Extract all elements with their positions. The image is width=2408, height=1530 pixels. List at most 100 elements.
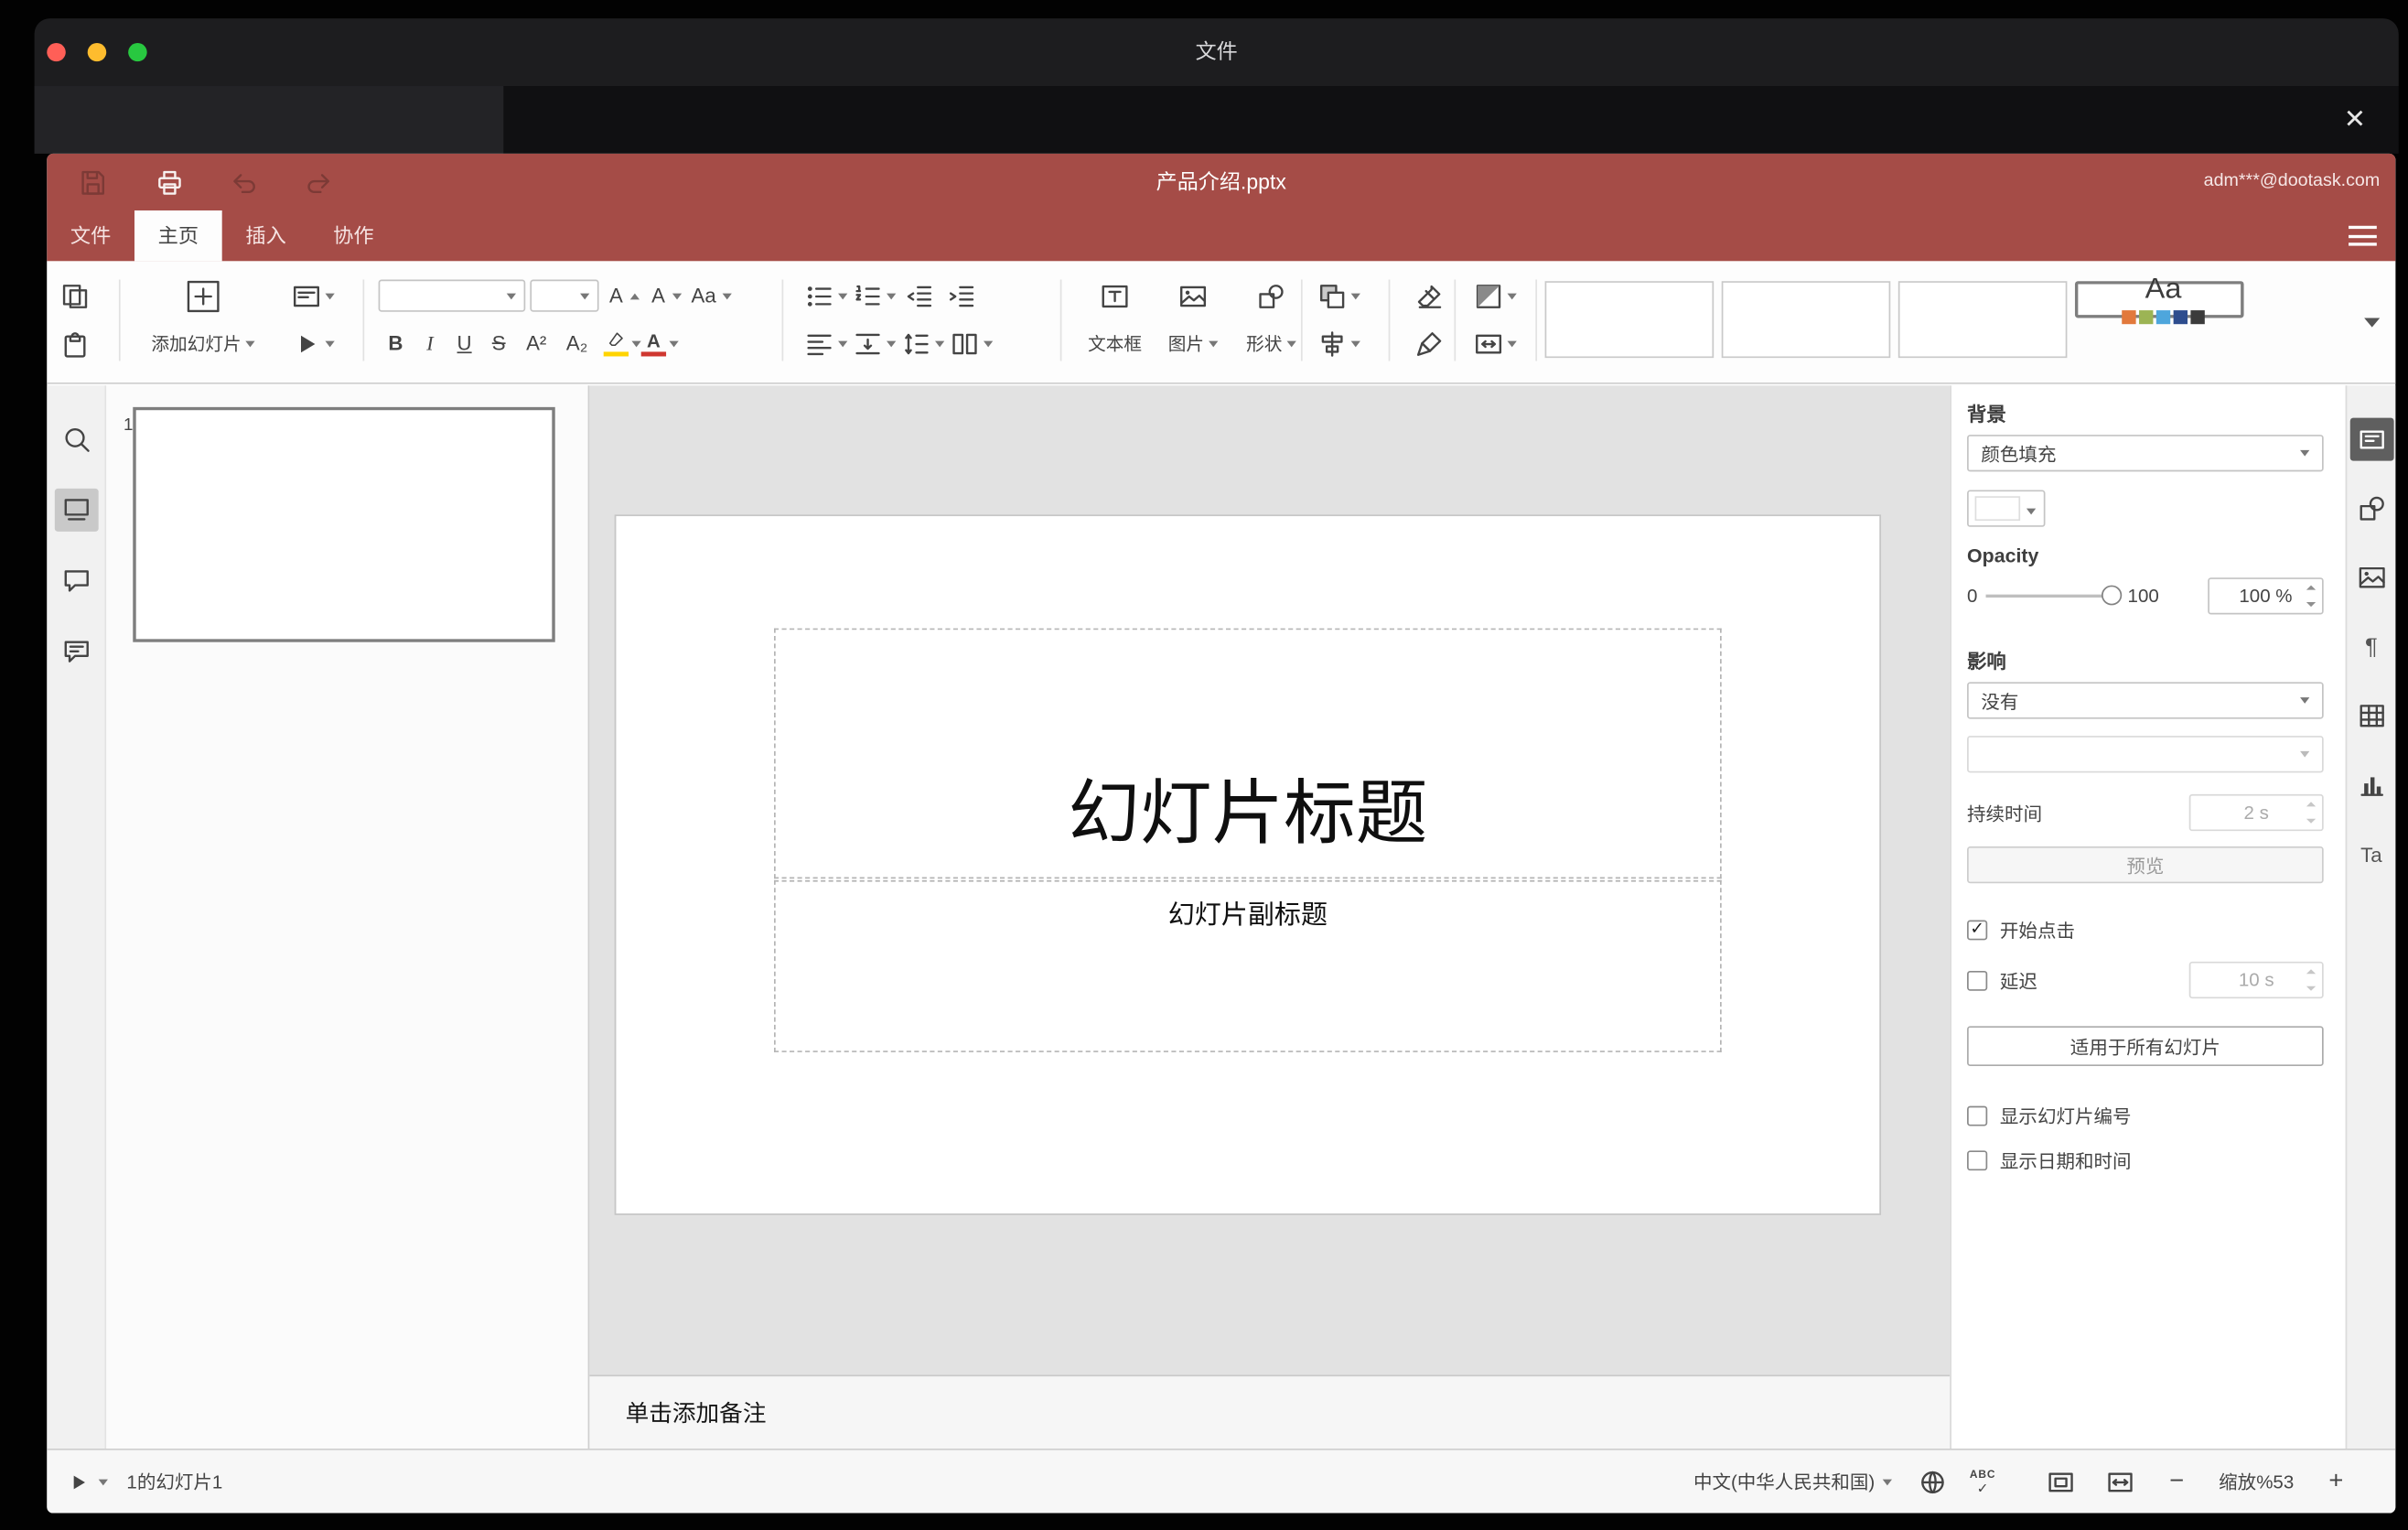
slide-canvas[interactable]: 幻灯片标题 幻灯片副标题 xyxy=(589,385,1950,1374)
fit-to-width-button[interactable] xyxy=(2102,1463,2139,1500)
insert-image-button[interactable]: 图片 xyxy=(1157,272,1230,367)
slide-thumbnail[interactable] xyxy=(133,406,555,642)
theme-option-1[interactable] xyxy=(1544,281,1715,359)
shape-settings-tab[interactable] xyxy=(2349,487,2393,530)
chat-tab[interactable] xyxy=(54,630,98,673)
clear-style-button[interactable] xyxy=(1411,275,1448,316)
opacity-slider[interactable] xyxy=(1985,577,2122,614)
shape-fill-button[interactable] xyxy=(1473,275,1517,316)
slide-settings-tab[interactable] xyxy=(2349,417,2393,461)
start-on-click-row: ✓ 开始点击 xyxy=(1967,917,2324,943)
close-window-button[interactable] xyxy=(47,43,66,62)
superscript-button[interactable]: A² xyxy=(516,332,556,355)
theme-gallery-expand-button[interactable] xyxy=(2364,307,2381,335)
tab-file[interactable]: 文件 xyxy=(47,210,134,261)
opacity-input[interactable]: 100 % xyxy=(2208,577,2324,615)
copy-button[interactable] xyxy=(57,275,94,316)
strikethrough-button[interactable]: S xyxy=(481,332,516,355)
increase-font-button[interactable]: A xyxy=(604,275,641,316)
increase-indent-button[interactable] xyxy=(943,275,981,316)
document-language-button[interactable] xyxy=(1914,1463,1951,1500)
line-spacing-button[interactable] xyxy=(900,323,945,363)
columns-button[interactable] xyxy=(949,323,994,363)
comments-tab[interactable] xyxy=(54,559,98,602)
text-art-settings-tab[interactable]: Ta xyxy=(2349,833,2393,876)
arrange-shapes-button[interactable] xyxy=(1317,275,1360,316)
tab-insert[interactable]: 插入 xyxy=(222,210,310,261)
subscript-button[interactable]: A₂ xyxy=(556,332,597,355)
insert-shape-button[interactable]: 形状 xyxy=(1235,272,1307,367)
effect-select[interactable]: 没有 xyxy=(1967,682,2324,719)
background-fill-select[interactable]: 颜色填充 xyxy=(1967,435,2324,472)
delay-checkbox[interactable] xyxy=(1967,970,1988,990)
insert-textbox-button[interactable]: 文本框 xyxy=(1079,272,1151,367)
table-settings-tab[interactable] xyxy=(2349,695,2393,738)
theme-option-selected[interactable]: Aa xyxy=(2074,275,2244,325)
theme-option-2[interactable] xyxy=(1721,281,1891,359)
align-shapes-button[interactable] xyxy=(1317,323,1360,363)
show-date-time-checkbox[interactable] xyxy=(1967,1150,1988,1171)
add-slide-button[interactable] xyxy=(185,275,222,316)
apply-to-all-slides-button[interactable]: 适用于所有幻灯片 xyxy=(1967,1026,2324,1067)
slide[interactable]: 幻灯片标题 幻灯片副标题 xyxy=(614,514,1882,1215)
bold-button[interactable]: B xyxy=(379,332,414,355)
chart-settings-tab[interactable] xyxy=(2349,763,2393,806)
font-size-combo[interactable] xyxy=(530,279,599,312)
paste-button[interactable] xyxy=(57,323,94,363)
font-color-button[interactable]: A xyxy=(640,323,679,363)
tab-collaboration[interactable]: 协作 xyxy=(309,210,397,261)
spellcheck-button[interactable]: ABC ✓ xyxy=(1964,1463,2002,1500)
image-settings-tab[interactable] xyxy=(2349,556,2393,599)
spinner-arrows[interactable] xyxy=(2306,802,2317,824)
italic-button[interactable]: I xyxy=(413,331,447,356)
clear-group xyxy=(1411,272,1448,367)
spinner-arrows[interactable] xyxy=(2306,969,2317,991)
close-icon[interactable]: ✕ xyxy=(2333,98,2377,141)
language-selector[interactable]: 中文(中华人民共和国) xyxy=(1693,1469,1892,1495)
search-tab[interactable] xyxy=(54,418,98,461)
slide-title-placeholder[interactable]: 幻灯片标题 xyxy=(773,628,1722,879)
decrease-indent-button[interactable] xyxy=(900,275,938,316)
slide-subtitle-placeholder[interactable]: 幻灯片副标题 xyxy=(773,879,1722,1052)
effect-variant-select[interactable] xyxy=(1967,736,2324,773)
highlight-color-button[interactable] xyxy=(603,323,641,363)
horizontal-align-button[interactable] xyxy=(803,323,848,363)
slides-tab[interactable] xyxy=(53,488,98,532)
start-slideshow-button[interactable] xyxy=(291,323,335,363)
notes-area[interactable]: 单击添加备注 xyxy=(589,1374,1951,1449)
slider-knob[interactable] xyxy=(2101,585,2122,606)
bullet-list-button[interactable] xyxy=(803,275,848,316)
slide-size-button[interactable] xyxy=(1473,323,1517,363)
minimize-window-button[interactable] xyxy=(87,43,107,62)
align-left-icon xyxy=(807,333,832,355)
start-on-click-checkbox[interactable]: ✓ xyxy=(1967,920,1988,941)
paragraph-icon: ¶ xyxy=(2364,633,2378,661)
fit-to-slide-button[interactable] xyxy=(2042,1463,2080,1500)
delay-input[interactable]: 10 s xyxy=(2188,961,2324,999)
zoom-out-button[interactable]: − xyxy=(2164,1468,2188,1495)
zoom-in-button[interactable]: + xyxy=(2324,1468,2349,1495)
duration-input[interactable]: 2 s xyxy=(2188,793,2324,832)
font-name-combo[interactable] xyxy=(378,279,526,312)
underline-button[interactable]: U xyxy=(447,332,482,355)
tab-home[interactable]: 主页 xyxy=(134,210,222,262)
background-color-picker[interactable] xyxy=(1967,490,2046,527)
duration-label: 持续时间 xyxy=(1967,803,2043,824)
fullscreen-window-button[interactable] xyxy=(128,43,147,62)
add-slide-label[interactable]: 添加幻灯片 xyxy=(151,331,256,356)
chevron-down-icon xyxy=(325,292,335,299)
show-slide-number-checkbox[interactable] xyxy=(1967,1105,1988,1126)
hamburger-menu-icon[interactable] xyxy=(2349,225,2377,246)
decrease-font-button[interactable]: A xyxy=(646,275,683,316)
preview-button[interactable]: 预览 xyxy=(1967,846,2324,884)
paragraph-settings-tab[interactable]: ¶ xyxy=(2349,625,2393,668)
vertical-align-button[interactable] xyxy=(852,323,897,363)
numbered-list-button[interactable] xyxy=(852,275,897,316)
theme-option-3[interactable] xyxy=(1897,281,2068,359)
spinner-arrows[interactable] xyxy=(2306,585,2317,608)
editing-area: 幻灯片标题 幻灯片副标题 单击添加备注 xyxy=(589,385,1951,1449)
slide-layout-button[interactable] xyxy=(291,275,335,316)
copy-style-button[interactable] xyxy=(1411,323,1448,363)
change-case-button[interactable]: Aa xyxy=(688,275,732,316)
slideshow-button[interactable] xyxy=(66,1470,108,1494)
